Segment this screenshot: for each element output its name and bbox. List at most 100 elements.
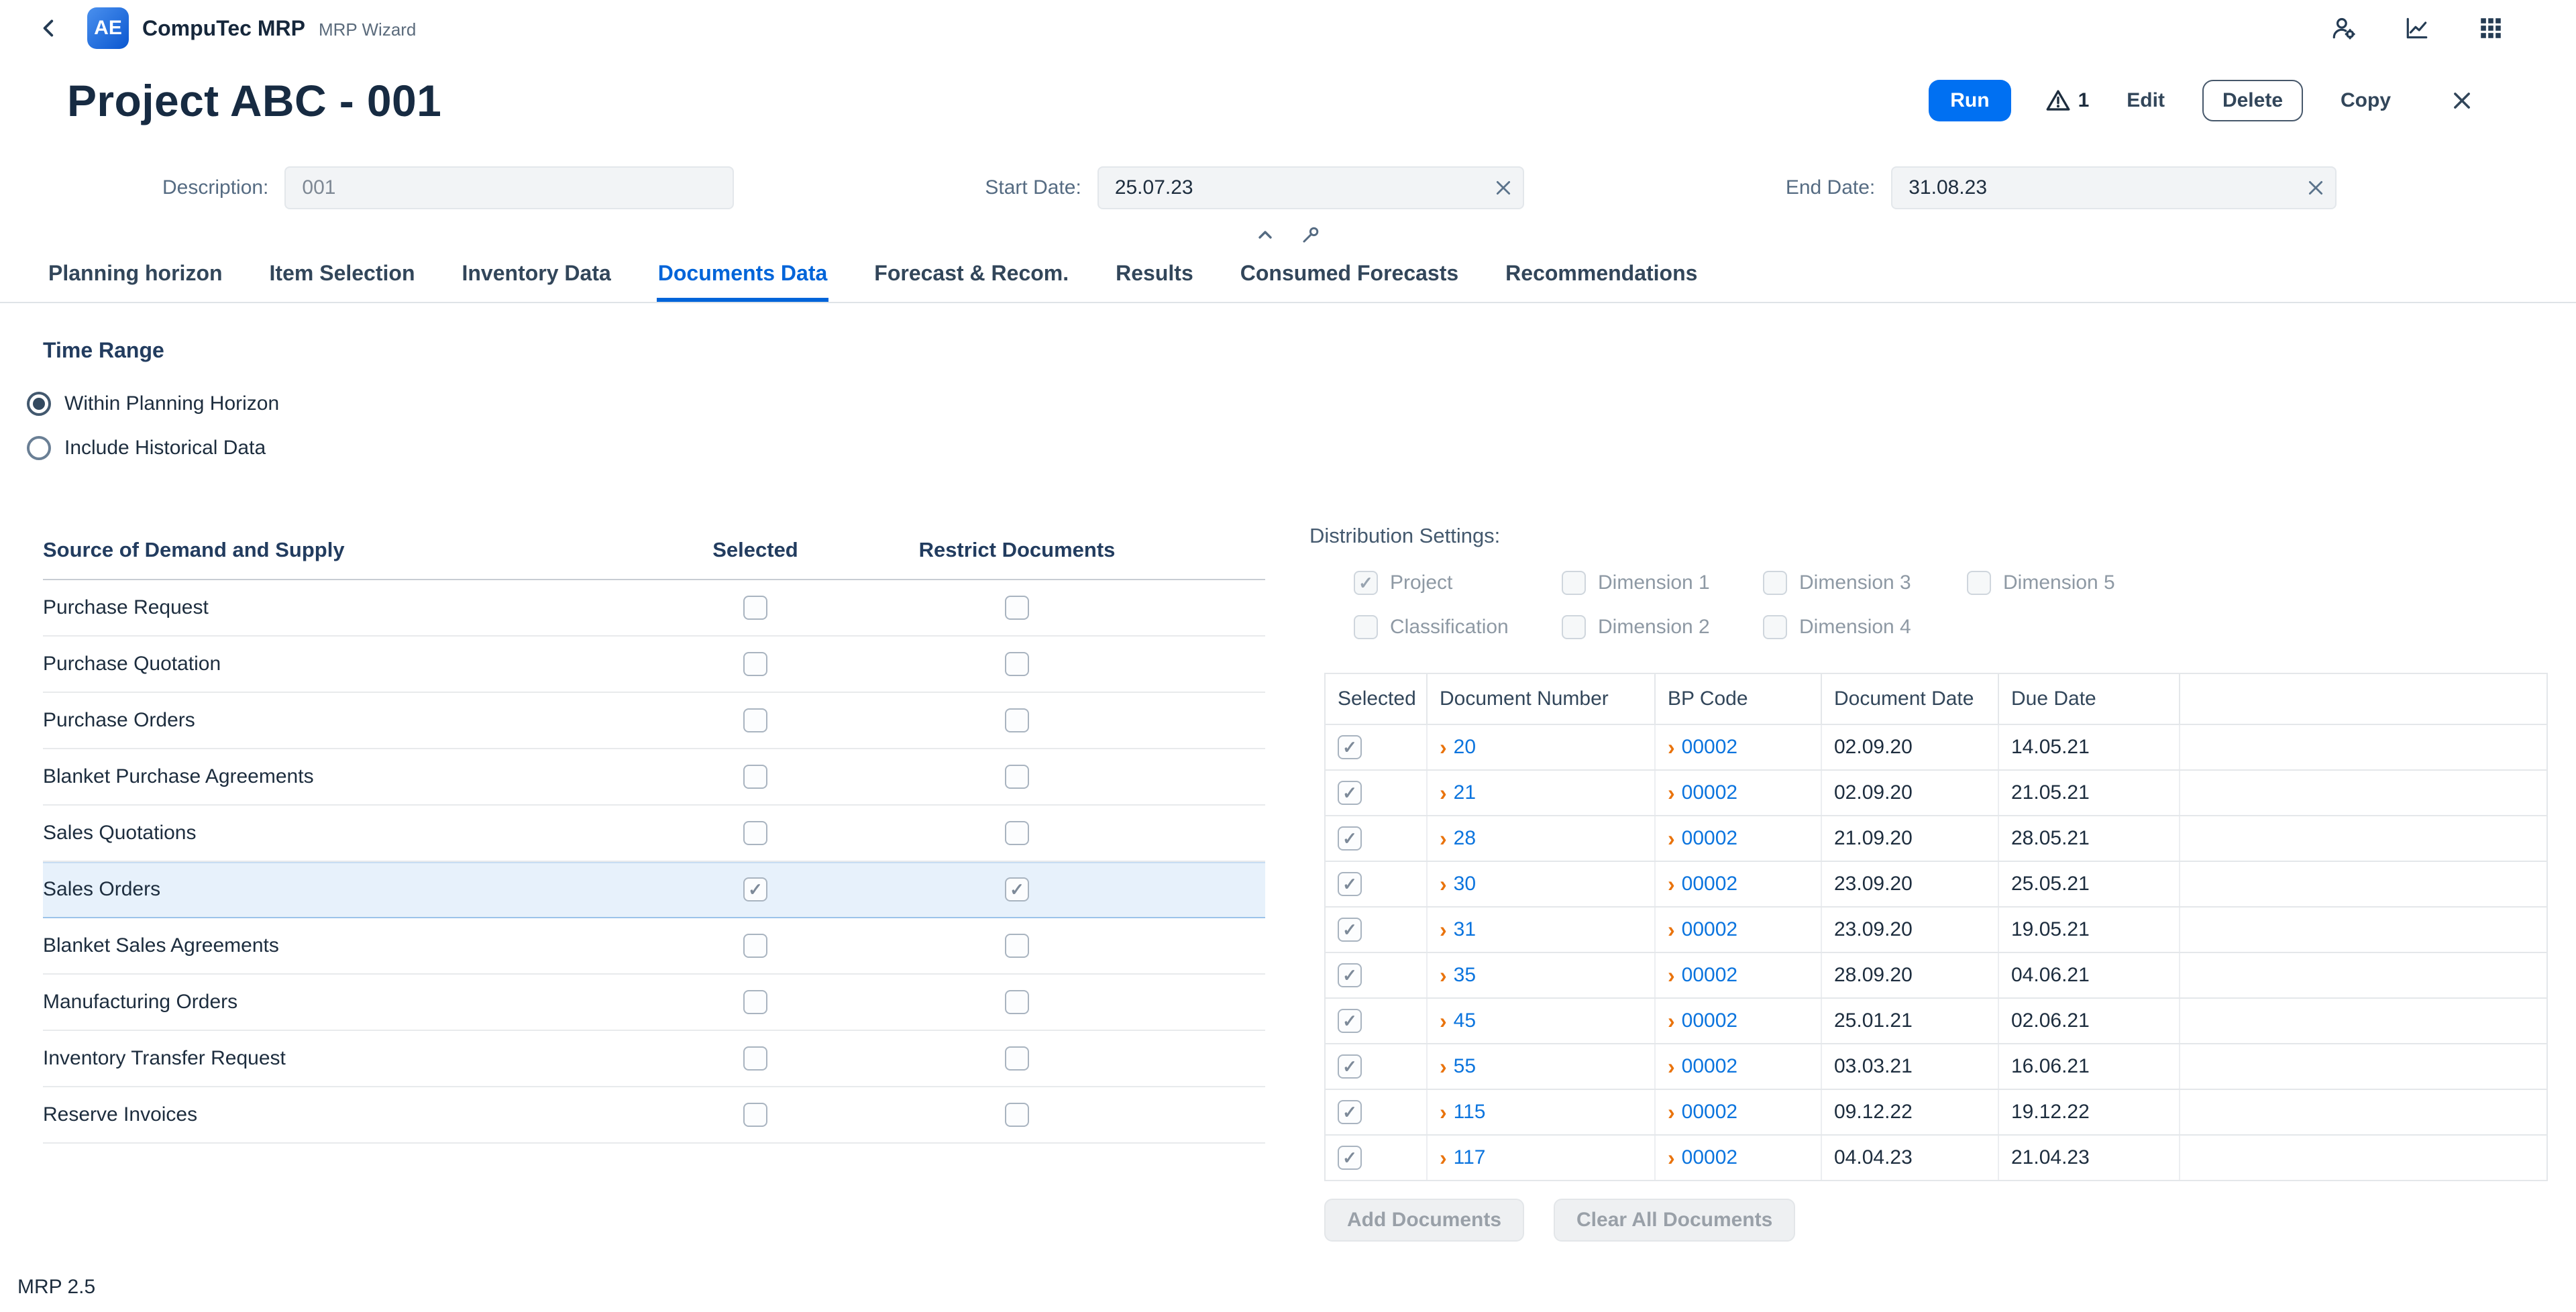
restrict-documents-checkbox[interactable] [1005, 652, 1029, 676]
document-number-link[interactable]: 45 [1454, 1009, 1476, 1032]
chart-icon[interactable] [2399, 10, 2435, 46]
restrict-documents-checkbox[interactable] [1005, 990, 1029, 1014]
distribution-checkbox-dimension-3[interactable]: Dimension 3 [1763, 569, 1967, 596]
row-selected-checkbox[interactable] [1338, 826, 1362, 851]
source-row-reserve-invoices[interactable]: Reserve Invoices [43, 1087, 1265, 1144]
source-row-blanket-purchase-agreements[interactable]: Blanket Purchase Agreements [43, 749, 1265, 806]
source-row-manufacturing-orders[interactable]: Manufacturing Orders [43, 975, 1265, 1031]
document-number-link[interactable]: 35 [1454, 964, 1476, 987]
selected-checkbox[interactable] [743, 708, 767, 732]
bp-code-link[interactable]: 00002 [1682, 1055, 1737, 1078]
row-selected-checkbox[interactable] [1338, 963, 1362, 987]
document-number-link[interactable]: 55 [1454, 1055, 1476, 1078]
distribution-checkbox-dimension-2[interactable]: Dimension 2 [1562, 614, 1763, 641]
edit-button[interactable]: Edit [2124, 81, 2167, 120]
source-row-blanket-sales-agreements[interactable]: Blanket Sales Agreements [43, 918, 1265, 975]
document-row[interactable]: 1150000209.12.2219.12.22 [1326, 1090, 2546, 1136]
document-row[interactable]: 200000202.09.2014.05.21 [1326, 725, 2546, 771]
row-selected-checkbox[interactable] [1338, 918, 1362, 942]
document-row[interactable]: 1170000204.04.2321.04.23 [1326, 1136, 2546, 1181]
selected-checkbox[interactable] [743, 934, 767, 958]
row-selected-checkbox[interactable] [1338, 1054, 1362, 1079]
bp-code-link[interactable]: 00002 [1682, 873, 1737, 895]
distribution-checkbox-dimension-5[interactable]: Dimension 5 [1967, 569, 2549, 596]
distribution-checkbox-project[interactable]: Project [1354, 569, 1562, 596]
tab-forecast-recom[interactable]: Forecast & Recom. [873, 261, 1070, 302]
restrict-documents-checkbox[interactable] [1005, 877, 1029, 901]
grid-icon[interactable] [2473, 10, 2509, 46]
bp-code-link[interactable]: 00002 [1682, 827, 1737, 850]
document-row[interactable]: 310000223.09.2019.05.21 [1326, 908, 2546, 953]
document-row[interactable]: 280000221.09.2028.05.21 [1326, 816, 2546, 862]
pin-header-button[interactable] [1299, 223, 1323, 247]
clear-all-documents-button[interactable]: Clear All Documents [1554, 1199, 1795, 1242]
restrict-documents-checkbox[interactable] [1005, 708, 1029, 732]
document-row[interactable]: 300000223.09.2025.05.21 [1326, 862, 2546, 908]
document-number-link[interactable]: 21 [1454, 781, 1476, 804]
back-button[interactable] [32, 11, 66, 45]
row-selected-checkbox[interactable] [1338, 735, 1362, 759]
run-button[interactable]: Run [1929, 80, 2010, 121]
start-date-input[interactable] [1097, 166, 1524, 209]
bp-code-link[interactable]: 00002 [1682, 918, 1737, 941]
distribution-checkbox-dimension-4[interactable]: Dimension 4 [1763, 614, 1967, 641]
selected-checkbox[interactable] [743, 596, 767, 620]
selected-checkbox[interactable] [743, 1103, 767, 1127]
delete-button[interactable]: Delete [2202, 80, 2303, 121]
document-number-link[interactable]: 30 [1454, 873, 1476, 895]
clear-end-date-icon[interactable] [2307, 179, 2324, 197]
bp-code-link[interactable]: 00002 [1682, 964, 1737, 987]
collapse-header-button[interactable] [1253, 223, 1277, 247]
row-selected-checkbox[interactable] [1338, 1146, 1362, 1170]
selected-checkbox[interactable] [743, 1046, 767, 1071]
selected-checkbox[interactable] [743, 765, 767, 789]
document-number-link[interactable]: 31 [1454, 918, 1476, 941]
distribution-checkbox-classification[interactable]: Classification [1354, 614, 1562, 641]
selected-checkbox[interactable] [743, 990, 767, 1014]
restrict-documents-checkbox[interactable] [1005, 934, 1029, 958]
restrict-documents-checkbox[interactable] [1005, 821, 1029, 845]
tab-documents-data[interactable]: Documents Data [657, 261, 829, 302]
document-row[interactable]: 350000228.09.2004.06.21 [1326, 953, 2546, 999]
document-row[interactable]: 210000202.09.2021.05.21 [1326, 771, 2546, 816]
source-row-purchase-quotation[interactable]: Purchase Quotation [43, 637, 1265, 693]
document-row[interactable]: 550000203.03.2116.06.21 [1326, 1044, 2546, 1090]
tab-results[interactable]: Results [1114, 261, 1195, 302]
bp-code-link[interactable]: 00002 [1682, 736, 1737, 759]
description-input[interactable] [284, 166, 734, 209]
tab-recommendations[interactable]: Recommendations [1504, 261, 1699, 302]
bp-code-link[interactable]: 00002 [1682, 1101, 1737, 1124]
selected-checkbox[interactable] [743, 821, 767, 845]
row-selected-checkbox[interactable] [1338, 872, 1362, 896]
tab-inventory-data[interactable]: Inventory Data [460, 261, 612, 302]
warning-indicator[interactable]: 1 [2046, 89, 2090, 113]
close-icon[interactable] [2445, 83, 2479, 118]
tab-planning-horizon[interactable]: Planning horizon [47, 261, 224, 302]
selected-checkbox[interactable] [743, 652, 767, 676]
document-number-link[interactable]: 20 [1454, 736, 1476, 759]
row-selected-checkbox[interactable] [1338, 1009, 1362, 1033]
restrict-documents-checkbox[interactable] [1005, 596, 1029, 620]
add-documents-button[interactable]: Add Documents [1324, 1199, 1524, 1242]
bp-code-link[interactable]: 00002 [1682, 1146, 1737, 1169]
restrict-documents-checkbox[interactable] [1005, 1046, 1029, 1071]
restrict-documents-checkbox[interactable] [1005, 765, 1029, 789]
document-number-link[interactable]: 117 [1454, 1146, 1486, 1169]
tab-item-selection[interactable]: Item Selection [268, 261, 417, 302]
time-range-option-include-historical-data[interactable]: Include Historical Data [27, 426, 2576, 470]
document-row[interactable]: 450000225.01.2102.06.21 [1326, 999, 2546, 1044]
tab-consumed-forecasts[interactable]: Consumed Forecasts [1239, 261, 1460, 302]
time-range-option-within-planning-horizon[interactable]: Within Planning Horizon [27, 382, 2576, 426]
source-row-sales-orders[interactable]: Sales Orders [43, 862, 1265, 918]
clear-start-date-icon[interactable] [1495, 179, 1512, 197]
user-settings-icon[interactable] [2325, 10, 2361, 46]
selected-checkbox[interactable] [743, 877, 767, 901]
source-row-purchase-request[interactable]: Purchase Request [43, 580, 1265, 637]
source-row-inventory-transfer-request[interactable]: Inventory Transfer Request [43, 1031, 1265, 1087]
distribution-checkbox-dimension-1[interactable]: Dimension 1 [1562, 569, 1763, 596]
copy-button[interactable]: Copy [2338, 81, 2394, 120]
source-row-sales-quotations[interactable]: Sales Quotations [43, 806, 1265, 862]
end-date-input[interactable] [1891, 166, 2337, 209]
bp-code-link[interactable]: 00002 [1682, 781, 1737, 804]
document-number-link[interactable]: 28 [1454, 827, 1476, 850]
